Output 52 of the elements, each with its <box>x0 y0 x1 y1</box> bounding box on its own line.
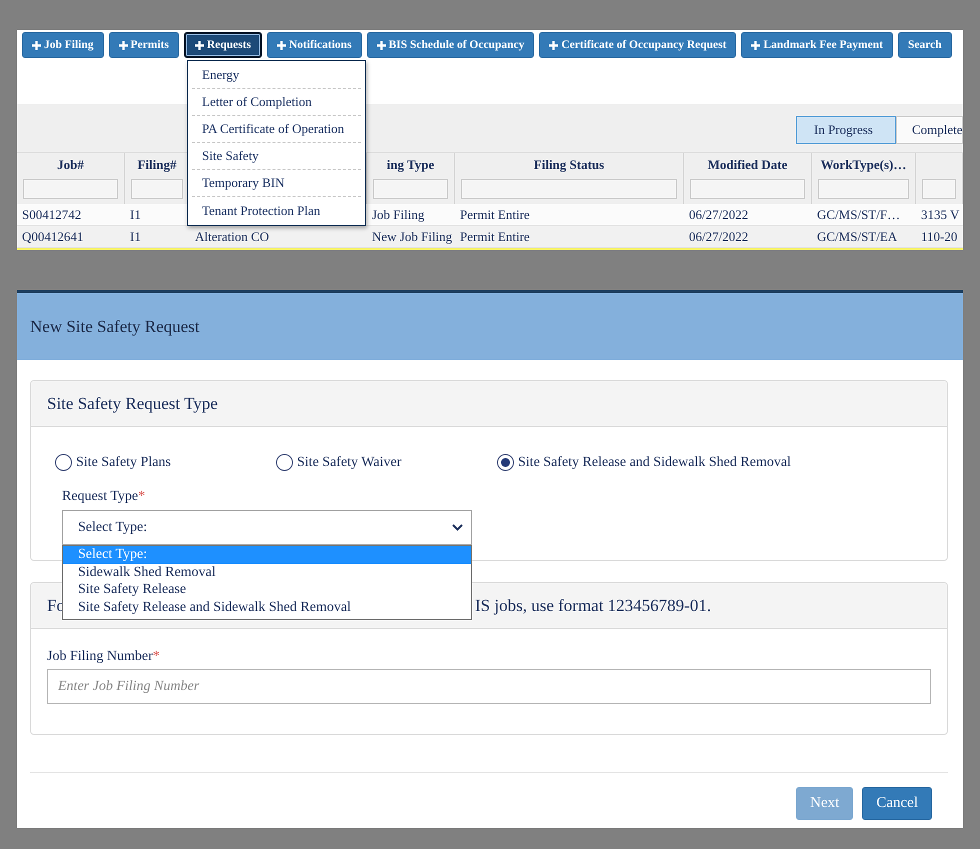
toolbar-button[interactable]: Search <box>898 32 952 58</box>
status-toggle-button[interactable]: In Progress <box>796 116 896 144</box>
card-note: IS jobs, use format 123456789-01. <box>475 596 712 616</box>
radio-label: Site Safety Release and Sidewalk Shed Removal <box>518 454 791 470</box>
column-filter-field[interactable] <box>690 179 805 199</box>
column-filter-field[interactable] <box>373 179 448 199</box>
plus-icon <box>549 40 558 50</box>
plus-icon <box>751 40 760 50</box>
job-filing-number-field[interactable]: Enter Job Filing Number <box>47 669 931 704</box>
menu-item[interactable]: PA Certificate of Operation <box>192 116 361 143</box>
toolbar-button[interactable]: Notifications <box>266 32 362 58</box>
toolbar-button[interactable]: Permits <box>108 32 179 58</box>
column-filter-field[interactable] <box>922 179 956 199</box>
toolbar-button[interactable]: Certificate of Occupancy Request <box>539 32 736 58</box>
radio-option[interactable]: Site Safety Plans <box>55 454 276 471</box>
status-toggle-button[interactable]: Complete <box>896 116 963 144</box>
field-label: Request Type* <box>62 489 146 505</box>
plus-icon <box>276 40 286 50</box>
toolbar-button[interactable]: Job Filing <box>22 32 104 58</box>
radio-label: Site Safety Waiver <box>297 454 402 470</box>
table-cell: I1 <box>125 204 190 226</box>
menu-item[interactable]: Temporary BIN <box>192 170 361 197</box>
chevron-down-icon <box>452 524 463 531</box>
dialog-button[interactable]: Cancel <box>862 787 932 820</box>
plus-icon <box>32 40 41 50</box>
plus-icon <box>376 40 386 50</box>
dialog-title: New Site Safety Request <box>17 293 963 360</box>
toolbar-button[interactable]: Landmark Fee Payment <box>741 32 893 58</box>
menu-item[interactable]: Tenant Protection Plan <box>192 197 361 224</box>
column-filter-field[interactable] <box>131 179 183 199</box>
column-filter-field[interactable] <box>461 179 677 199</box>
card-title: Site Safety Request Type <box>31 381 947 427</box>
radio-option[interactable]: Site Safety Waiver <box>276 454 497 471</box>
column-filter-field[interactable] <box>23 179 118 199</box>
table-cell: GC/MS/ST/F… <box>812 204 916 226</box>
table-cell: 06/27/2022 <box>684 204 812 226</box>
menu-item[interactable]: Site Safety <box>192 143 361 170</box>
plus-icon <box>118 40 128 50</box>
table-cell: 3135 V <box>916 204 963 226</box>
plus-icon <box>194 40 204 50</box>
menu-item[interactable]: Letter of Completion <box>192 89 361 116</box>
field-label: Job Filing Number* <box>47 649 161 665</box>
radio-option[interactable]: Site Safety Release and Sidewalk Shed Removal <box>497 454 947 471</box>
menu-item[interactable]: Energy <box>192 62 361 89</box>
column-filter-field[interactable] <box>818 179 909 199</box>
table-cell: Job Filing <box>367 204 455 226</box>
table-cell: S00412742 <box>17 204 125 226</box>
table-cell: Permit Entire <box>455 204 684 226</box>
toolbar-button[interactable]: BIS Schedule of Occupancy <box>366 32 534 58</box>
request-type-select[interactable]: Select Type: <box>62 510 472 545</box>
toolbar-button[interactable]: Requests <box>184 32 262 58</box>
radio-label: Site Safety Plans <box>76 454 171 470</box>
